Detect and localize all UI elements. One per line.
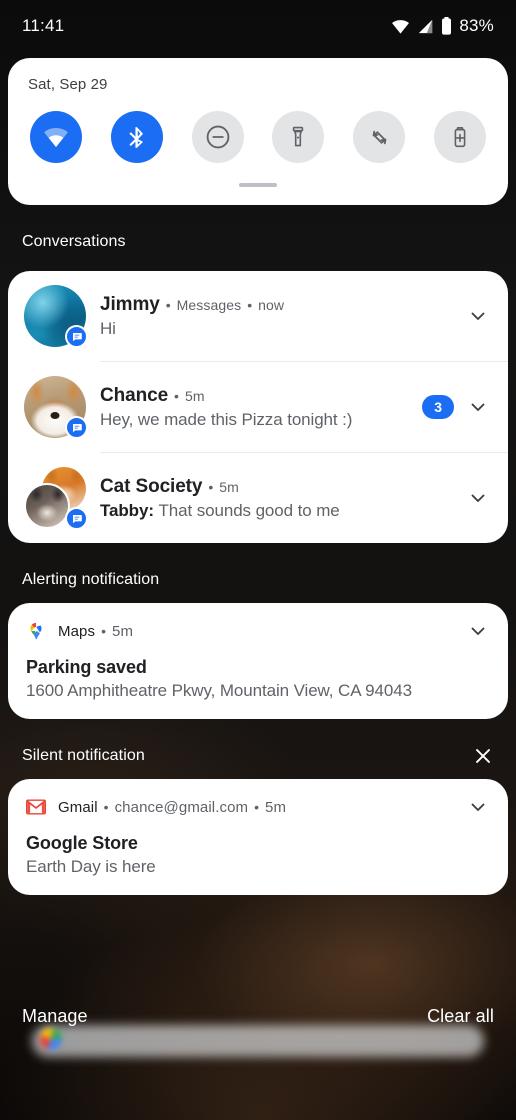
sender-name: Chance — [100, 384, 169, 406]
message-preview: Hi — [100, 318, 116, 338]
separator-dot: • — [101, 623, 106, 639]
auto-rotate-icon — [372, 130, 387, 144]
conversations-section-header: Conversations — [0, 219, 516, 265]
notification-title: Parking saved — [26, 657, 147, 677]
avatar — [24, 285, 88, 348]
qs-tile-bluetooth[interactable] — [110, 111, 163, 163]
account-email: chance@gmail.com — [114, 798, 249, 816]
status-bar: 11:41 83% — [0, 0, 516, 52]
notification-row-jimmy[interactable]: Jimmy • Messages • now Hi — [8, 271, 508, 361]
message-body: That sounds good to me — [158, 500, 340, 520]
quick-settings-tiles — [28, 111, 488, 163]
qs-tile-battery-saver[interactable] — [433, 111, 486, 163]
google-logo-icon — [40, 1028, 62, 1050]
google-maps-pin-icon — [26, 621, 46, 641]
avatar — [24, 376, 88, 439]
separator-dot: • — [165, 296, 171, 313]
quick-settings-date: Sat, Sep 29 — [28, 76, 108, 93]
flashlight-icon — [293, 126, 304, 147]
notification-row-cat-society[interactable]: Cat Society • 5m Tabby: That sounds good… — [8, 453, 508, 543]
expand-chevron-down-icon[interactable] — [466, 395, 490, 419]
avatar — [24, 467, 88, 530]
clear-all-button[interactable]: Clear all — [427, 1006, 494, 1027]
gmail-icon — [26, 797, 46, 817]
qs-tile-do-not-disturb[interactable] — [191, 111, 244, 163]
alerting-section-header: Alerting notification — [0, 557, 516, 603]
separator-dot: • — [247, 296, 253, 313]
silent-section-header: Silent notification — [0, 733, 516, 779]
maps-notification: Maps • 5m Parking saved 1600 Amphitheatr… — [8, 603, 508, 719]
notification-header-line: Chance • 5m — [100, 385, 422, 407]
notification-text: Jimmy • Messages • now Hi — [100, 294, 466, 339]
wifi-icon — [44, 127, 68, 147]
quick-settings-drag-handle[interactable] — [239, 183, 277, 187]
close-icon[interactable] — [472, 745, 494, 767]
section-title: Conversations — [22, 233, 126, 250]
notification-header-line: Jimmy • Messages • now — [100, 294, 466, 316]
blurred-search-bar — [32, 1025, 484, 1057]
timestamp: 5m — [219, 478, 239, 495]
battery-saver-icon — [454, 126, 466, 148]
status-bar-icons: 83% — [391, 16, 494, 36]
silent-notification-card[interactable]: Gmail • chance@gmail.com • 5m Google Sto… — [8, 779, 508, 895]
notification-header-line: Maps • 5m — [26, 619, 490, 643]
message-bubble-icon — [72, 423, 82, 432]
manage-button[interactable]: Manage — [22, 1006, 88, 1027]
messages-badge-icon — [65, 325, 88, 348]
sender-name: Jimmy — [100, 293, 160, 315]
qs-tile-flashlight[interactable] — [272, 111, 325, 163]
message-preview: Tabby: That sounds good to me — [100, 500, 340, 520]
messages-badge-icon — [65, 416, 88, 439]
message-sender-prefix: Tabby — [100, 500, 149, 520]
notification-row-chance[interactable]: Chance • 5m Hey, we made this Pizza toni… — [8, 362, 508, 452]
gmail-notification: Gmail • chance@gmail.com • 5m Google Sto… — [8, 779, 508, 895]
app-name: Maps — [58, 622, 96, 640]
battery-icon — [442, 17, 452, 35]
shade-footer: Manage Clear all — [0, 992, 516, 1120]
notification-shade-screen: 11:41 83% Sat, Sep 29 Conversations Jimm… — [0, 0, 516, 1120]
section-title: Alerting notification — [22, 571, 160, 588]
battery-percentage: 83% — [459, 16, 494, 35]
expand-chevron-down-icon[interactable] — [466, 619, 490, 643]
app-name: Gmail — [58, 798, 98, 816]
message-preview: Hey, we made this Pizza tonight :) — [100, 409, 353, 429]
quick-settings-panel: Sat, Sep 29 — [8, 58, 508, 205]
notification-text: Cat Society • 5m Tabby: That sounds good… — [100, 476, 466, 521]
messages-badge-icon — [65, 507, 88, 530]
cat-avatar-siamese — [24, 483, 70, 529]
expand-chevron-down-icon[interactable] — [466, 304, 490, 328]
timestamp: 5m — [112, 622, 134, 640]
separator-dot: • — [174, 387, 179, 404]
qs-tile-wifi[interactable] — [30, 111, 82, 163]
timestamp: 5m — [265, 798, 287, 816]
sender-name: Cat Society — [100, 475, 203, 497]
section-title: Silent notification — [22, 747, 145, 764]
wifi-icon — [392, 19, 410, 34]
message-bubble-icon — [72, 332, 82, 341]
timestamp: 5m — [184, 387, 205, 404]
expand-chevron-down-icon[interactable] — [466, 486, 490, 510]
timestamp: now — [258, 296, 285, 313]
footer-actions: Manage Clear all — [0, 1006, 516, 1027]
app-label: Messages — [176, 296, 242, 313]
status-bar-clock: 11:41 — [22, 16, 65, 35]
separator-dot: • — [254, 799, 260, 815]
notification-header-line: Gmail • chance@gmail.com • 5m — [26, 795, 490, 819]
bluetooth-icon — [129, 126, 144, 148]
notification-body: 1600 Amphitheatre Pkwy, Mountain View, C… — [26, 681, 412, 700]
do-not-disturb-icon — [206, 125, 229, 149]
separator-dot: • — [208, 478, 214, 495]
notification-header-line: Cat Society • 5m — [100, 476, 466, 498]
qs-tile-auto-rotate[interactable] — [353, 111, 406, 163]
cellular-signal-icon — [419, 19, 433, 33]
unread-count-badge[interactable]: 3 — [422, 395, 454, 419]
separator-dot: • — [103, 799, 109, 815]
message-bubble-icon — [72, 514, 82, 523]
conversations-card: Jimmy • Messages • now Hi Chance • 5m He… — [8, 271, 508, 543]
notification-body: Earth Day is here — [26, 857, 156, 876]
alerting-notification-card[interactable]: Maps • 5m Parking saved 1600 Amphitheatr… — [8, 603, 508, 719]
notification-title: Google Store — [26, 833, 138, 853]
expand-chevron-down-icon[interactable] — [466, 795, 490, 819]
notification-text: Chance • 5m Hey, we made this Pizza toni… — [100, 385, 422, 430]
